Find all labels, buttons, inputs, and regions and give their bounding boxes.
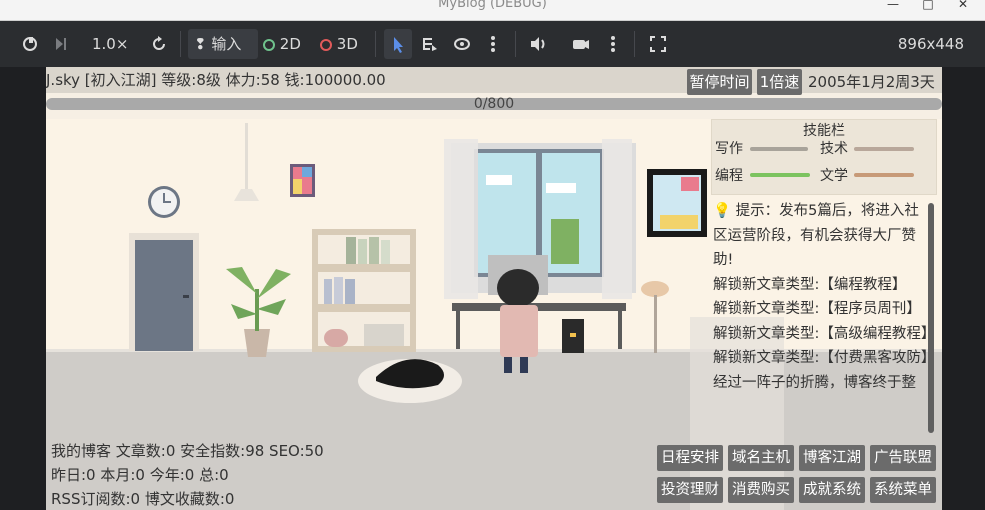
log-line: 解锁新文章类型:【高级编程教程】 <box>713 325 933 342</box>
speed-value[interactable]: 1.0× <box>92 29 132 59</box>
toolbar-separator <box>634 31 635 57</box>
ad-alliance-button[interactable]: 广告联盟 <box>870 445 936 471</box>
skill-label-tech: 技术 <box>820 141 848 157</box>
speaker-icon[interactable] <box>528 29 548 59</box>
skill-panel: 技能栏 写作 技术 编程 文学 <box>711 119 937 195</box>
maximize-button[interactable]: □ <box>913 0 943 17</box>
progress-text: 0/800 <box>473 96 515 112</box>
list-icon[interactable] <box>420 29 440 59</box>
window-titlebar: MyBlog (DEBUG) — □ ✕ <box>0 0 985 21</box>
log-scrollbar[interactable] <box>928 203 934 433</box>
mode-2d-button[interactable]: 2D <box>263 29 308 59</box>
pause-time-button[interactable]: 暂停时间 <box>687 69 752 95</box>
schedule-button[interactable]: 日程安排 <box>657 445 723 471</box>
reload-icon[interactable] <box>150 29 168 59</box>
system-menu-button[interactable]: 系统菜单 <box>870 477 936 503</box>
mode-3d-button[interactable]: 3D <box>320 29 365 59</box>
player-stat-line: J.sky [初入江湖] 等级:8级 体力:58 钱:100000.00 <box>46 71 386 89</box>
more-icon[interactable] <box>486 29 500 59</box>
minimize-button[interactable]: — <box>878 0 908 17</box>
blog-stats-line3: RSS订阅数:0 博文收藏数:0 <box>51 490 235 508</box>
debug-toolbar: 1.0× ❢ 输入 2D 3D 896x448 <box>0 21 985 67</box>
fullscreen-icon[interactable] <box>648 29 668 59</box>
blog-stats-line2: 昨日:0 本月:0 今年:0 总:0 <box>51 466 229 484</box>
skill-label-writing: 写作 <box>715 141 743 157</box>
domain-hosting-button[interactable]: 域名主机 <box>728 445 794 471</box>
blog-world-button[interactable]: 博客江湖 <box>799 445 865 471</box>
input-toggle-button[interactable]: ❢ 输入 <box>188 29 258 59</box>
camera-icon[interactable] <box>570 29 590 59</box>
more-icon[interactable] <box>606 29 620 59</box>
investment-button[interactable]: 投资理财 <box>657 477 723 503</box>
game-speed-button[interactable]: 1倍速 <box>757 69 802 95</box>
skill-panel-title: 技能栏 <box>803 123 845 139</box>
message-log[interactable]: 💡 提示：发布5篇后，将进入社区运营阶段，有机会获得大厂赞助! 解锁新文章类型:… <box>711 199 933 435</box>
game-viewport: J.sky [初入江湖] 等级:8级 体力:58 钱:100000.00 暂停时… <box>46 67 942 510</box>
eye-icon[interactable] <box>452 29 472 59</box>
achievements-button[interactable]: 成就系统 <box>799 477 865 503</box>
pin-icon: ❢ <box>194 35 207 53</box>
shopping-button[interactable]: 消费购买 <box>728 477 794 503</box>
input-label: 输入 <box>211 35 242 53</box>
log-line: 经过一阵子的折腾，博客终于整 <box>713 374 916 391</box>
circle-icon <box>320 38 332 51</box>
log-line: 💡 提示：发布5篇后，将进入社区运营阶段，有机会获得大厂赞助! <box>713 203 919 268</box>
game-date: 2005年1月2周3天 <box>808 73 935 91</box>
mode-3d-label: 3D <box>336 35 358 53</box>
cursor-icon[interactable] <box>384 29 412 59</box>
mode-2d-label: 2D <box>279 35 301 53</box>
circle-icon <box>263 38 275 51</box>
toolbar-separator <box>180 31 181 57</box>
log-line: 解锁新文章类型:【程序员周刊】 <box>713 301 921 317</box>
restart-icon[interactable] <box>20 29 42 59</box>
log-line: 解锁新文章类型:【编程教程】 <box>713 276 907 293</box>
step-icon[interactable] <box>52 29 70 59</box>
resolution-label: 896x448 <box>897 35 964 53</box>
skill-label-coding: 编程 <box>715 168 743 184</box>
skill-bar-tech <box>854 147 914 151</box>
close-button[interactable]: ✕ <box>948 0 978 17</box>
toolbar-separator <box>375 31 376 57</box>
skill-bar-literature <box>854 173 914 177</box>
skill-label-literature: 文学 <box>820 168 848 184</box>
log-line: 解锁新文章类型:【付费黑客攻防】 <box>713 350 933 366</box>
window-title: MyBlog (DEBUG) <box>438 0 547 11</box>
skill-bar-coding <box>750 173 810 177</box>
toolbar-separator <box>515 31 516 57</box>
blog-stats-line1: 我的博客 文章数:0 安全指数:98 SEO:50 <box>51 442 324 460</box>
skill-bar-writing <box>750 147 808 151</box>
